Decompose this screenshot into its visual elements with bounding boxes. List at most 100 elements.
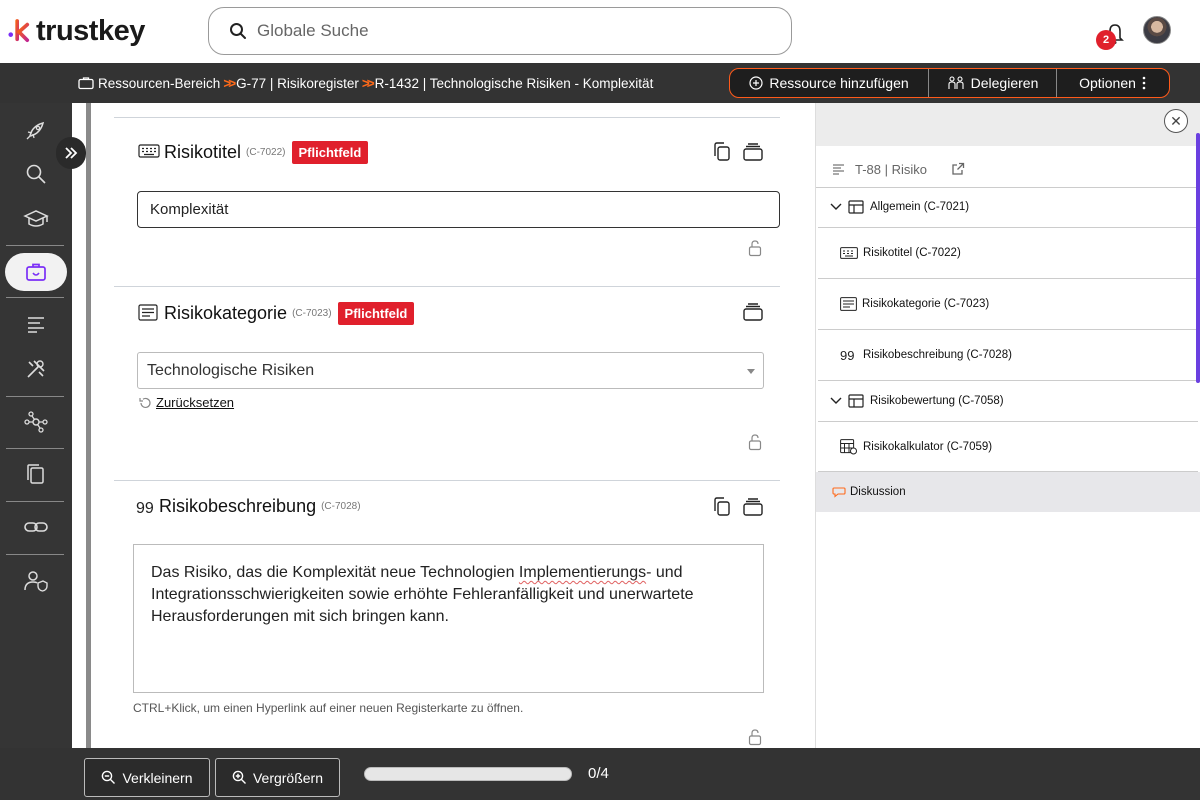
- unlock-icon[interactable]: [748, 728, 762, 746]
- divider: [114, 117, 780, 118]
- sidebar-divider: [6, 554, 64, 555]
- notifications-button[interactable]: 2: [1096, 18, 1130, 50]
- link-icon: [24, 522, 48, 532]
- sidebar-item-network[interactable]: [5, 403, 67, 441]
- table-icon: [848, 200, 864, 214]
- bottom-toolbar: Verkleinern Vergrößern 0/4: [0, 748, 1200, 800]
- user-avatar[interactable]: [1143, 16, 1171, 44]
- sidebar-item-academy[interactable]: [5, 200, 67, 238]
- divider: [114, 480, 780, 481]
- tree-item-label: Risikobeschreibung (C-7028): [863, 349, 1012, 361]
- field-label: Risikokategorie: [164, 303, 288, 323]
- divider: [816, 187, 1200, 188]
- search-input[interactable]: [257, 21, 737, 41]
- global-search[interactable]: [208, 7, 792, 55]
- notification-badge: 2: [1096, 30, 1116, 50]
- sidebar-item-links[interactable]: [5, 508, 67, 546]
- reset-label: Zurücksetzen: [156, 395, 235, 410]
- close-panel-button[interactable]: ✕: [1164, 109, 1188, 133]
- required-badge: Pflichtfeld: [337, 302, 415, 325]
- sidebar-divider: [6, 501, 64, 502]
- search-icon: [230, 23, 246, 39]
- breadcrumb-item-register[interactable]: G-77 | Risikoregister: [236, 76, 359, 91]
- sidebar-expand-button[interactable]: [56, 137, 86, 169]
- zoom-out-button[interactable]: Verkleinern: [84, 758, 210, 797]
- list-box-icon: [840, 297, 857, 311]
- tree-item-risikokalkulator[interactable]: Risikokalkulator (C-7059): [816, 435, 1196, 459]
- graduation-cap-icon: [23, 210, 49, 227]
- zoom-in-button[interactable]: Vergrößern: [215, 758, 340, 797]
- sidebar-item-documents[interactable]: [5, 456, 67, 494]
- options-button[interactable]: Optionen: [1057, 69, 1168, 97]
- progress-bar: [364, 767, 572, 781]
- add-resource-button[interactable]: Ressource hinzufügen: [730, 69, 929, 97]
- divider: [818, 329, 1198, 330]
- chevron-down-icon: [830, 203, 842, 210]
- tree-group-risikobewertung[interactable]: Risikobewertung (C-7058): [816, 389, 1196, 413]
- quote-icon: 99: [136, 501, 154, 515]
- zoom-out-icon: [102, 770, 116, 784]
- documents-icon: [27, 464, 44, 484]
- copy-icon[interactable]: [713, 497, 731, 517]
- sidebar-divider: [6, 297, 64, 298]
- hyperlink-hint: CTRL+Klick, um einen Hyperlink auf einer…: [133, 701, 524, 715]
- list-icon: [833, 164, 844, 175]
- tree-item-label: Risikokalkulator (C-7059): [863, 441, 993, 453]
- tree-item-label: Risikokategorie (C-7023): [862, 298, 990, 310]
- options-label: Optionen: [1079, 75, 1136, 91]
- structure-panel: ✕ T-88 | Risiko Allgemein (C-7021) Risik…: [815, 103, 1200, 748]
- risikotitel-value: Komplexität: [150, 201, 229, 218]
- unlock-icon[interactable]: [748, 433, 762, 451]
- risikokategorie-select[interactable]: Technologische Risiken: [137, 352, 764, 389]
- main-content[interactable]: Risikotitel (C-7022) Pflichtfeld Komplex…: [72, 103, 815, 748]
- sidebar-divider: [6, 396, 64, 397]
- divider: [114, 286, 780, 287]
- tree-item-diskussion[interactable]: Diskussion: [816, 472, 1200, 512]
- delegate-label: Delegieren: [970, 75, 1039, 91]
- search-icon: [26, 164, 46, 184]
- sidebar-item-resources[interactable]: [5, 253, 67, 291]
- tree-item-risikobeschreibung[interactable]: 99 Risikobeschreibung (C-7028): [816, 343, 1196, 367]
- spellcheck-word: Implementierungs: [518, 564, 647, 581]
- field-title-risikobeschreibung: Risikobeschreibung (C-7028): [159, 496, 367, 517]
- undo-icon: [139, 397, 151, 408]
- keyboard-icon: [840, 247, 858, 259]
- unlock-icon[interactable]: [748, 239, 762, 257]
- sidebar-item-list[interactable]: [5, 305, 67, 343]
- delegate-button[interactable]: Delegieren: [929, 69, 1057, 97]
- field-label: Risikotitel: [164, 142, 242, 162]
- reset-link[interactable]: Zurücksetzen: [138, 395, 234, 410]
- tree-group-allgemein[interactable]: Allgemein (C-7021): [816, 195, 1196, 219]
- sidebar-item-users[interactable]: [5, 562, 67, 600]
- panel-header-strip: [816, 103, 1200, 146]
- logo[interactable]: trustkey: [8, 14, 145, 48]
- breadcrumb-item-resources[interactable]: Ressourcen-Bereich: [98, 76, 220, 91]
- breadcrumb: Ressourcen-Bereich >> G-77 | Risikoregis…: [78, 63, 653, 103]
- chevron-double-right-icon: [65, 147, 78, 159]
- list-icon: [28, 317, 44, 333]
- svg-text:99: 99: [136, 501, 154, 515]
- keyboard-icon: [138, 144, 160, 158]
- breadcrumb-item-current[interactable]: R-1432 | Technologische Risiken - Komple…: [375, 76, 654, 91]
- external-link-icon[interactable]: [951, 162, 965, 176]
- stack-icon[interactable]: [742, 498, 764, 516]
- stack-icon[interactable]: [742, 143, 764, 161]
- chat-bubble-icon: [832, 487, 846, 498]
- user-shield-icon: [24, 571, 48, 592]
- risikotitel-input[interactable]: Komplexität: [137, 191, 780, 228]
- tree-item-label: Risikotitel (C-7022): [863, 247, 961, 259]
- field-code: (C-7022): [246, 147, 286, 158]
- more-vertical-icon: [1142, 76, 1146, 90]
- sidebar-divider: [6, 448, 64, 449]
- stack-icon[interactable]: [742, 303, 764, 321]
- field-code: (C-7028): [321, 501, 361, 512]
- chevron-double-right-icon: >>: [223, 75, 236, 91]
- risikobeschreibung-textarea[interactable]: Das Risiko, das die Komplexität neue Tec…: [133, 544, 764, 693]
- sidebar-item-tools[interactable]: [5, 350, 67, 388]
- copy-icon[interactable]: [713, 142, 731, 162]
- tree-item-risikotitel[interactable]: Risikotitel (C-7022): [816, 241, 1196, 265]
- briefcase-icon: [78, 77, 94, 90]
- tree-item-risikokategorie[interactable]: Risikokategorie (C-7023): [816, 292, 1196, 316]
- progress-text: 0/4: [588, 765, 609, 782]
- scrollbar[interactable]: [1196, 133, 1200, 383]
